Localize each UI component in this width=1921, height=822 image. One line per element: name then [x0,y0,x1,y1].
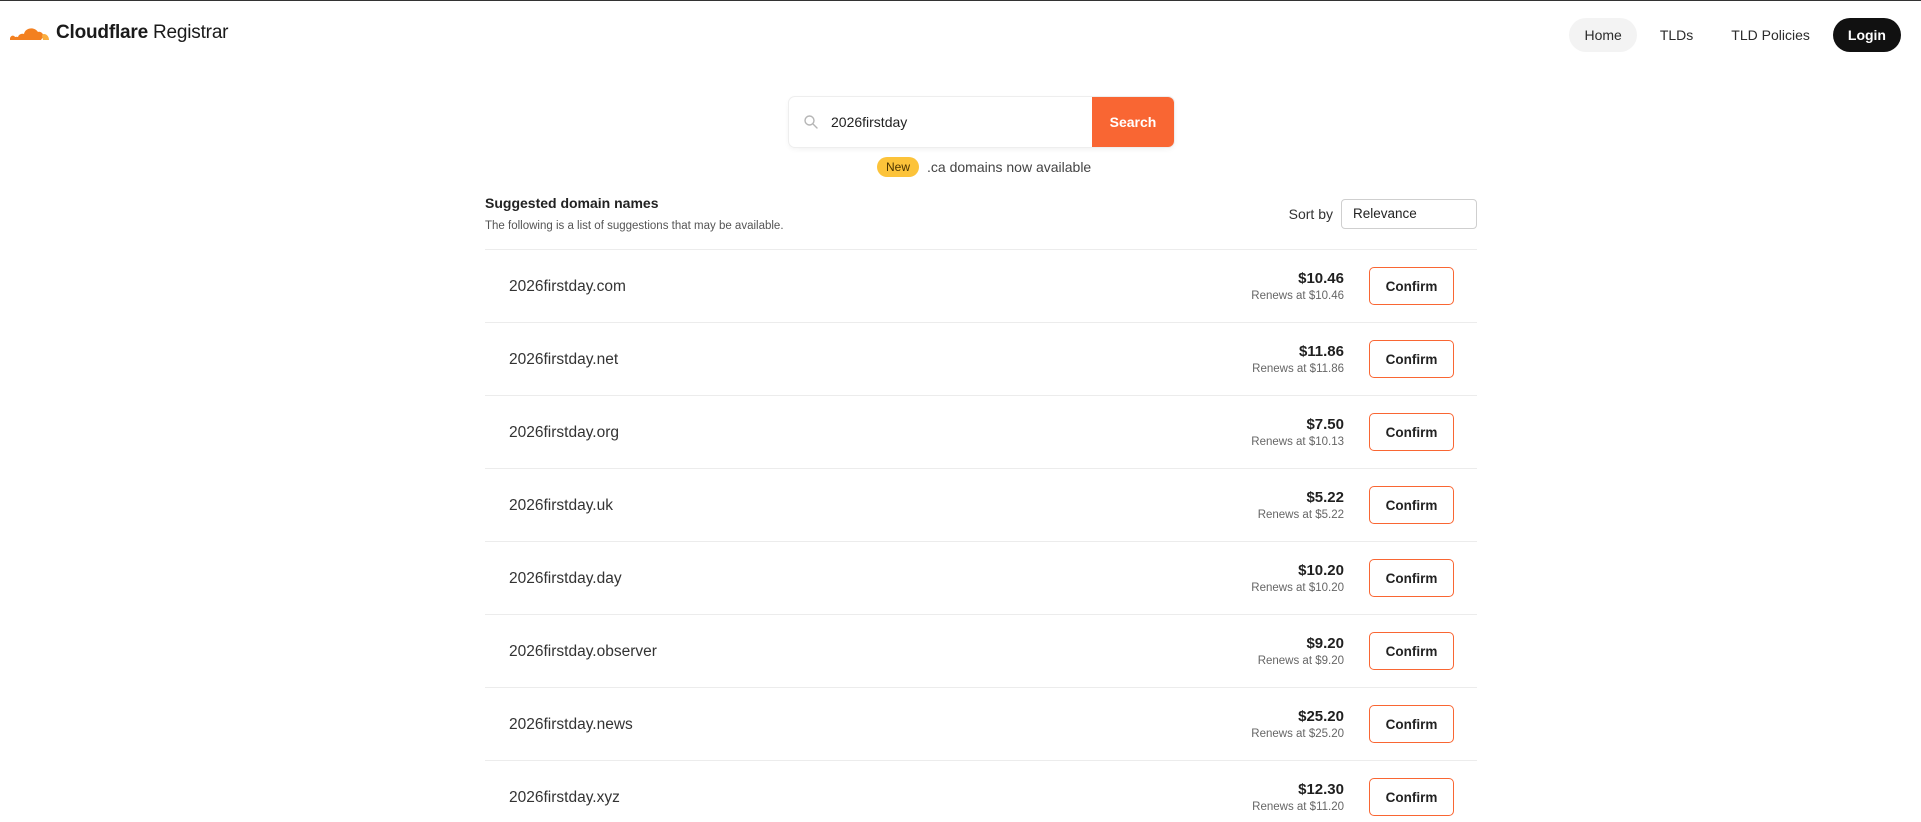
domain-row: 2026firstday.net $11.86 Renews at $11.86… [485,323,1477,396]
confirm-button[interactable]: Confirm [1369,559,1454,597]
sort-select[interactable]: Relevance [1341,199,1477,229]
price-block: $5.22 Renews at $5.22 [1258,489,1344,521]
new-badge: New [877,157,920,177]
search-box: Search [789,97,1174,147]
domain-name: 2026firstday.xyz [509,789,620,806]
logo-brand: Cloudflare [56,22,148,43]
confirm-button[interactable]: Confirm [1369,778,1454,816]
domain-row: 2026firstday.news $25.20 Renews at $25.2… [485,688,1477,761]
confirm-button[interactable]: Confirm [1369,632,1454,670]
price: $9.20 [1306,635,1344,652]
search-field[interactable] [789,97,1092,147]
domain-name: 2026firstday.uk [509,497,613,514]
renewal-price: Renews at $10.13 [1251,436,1344,448]
search-input[interactable] [831,114,1071,130]
announcement: New .ca domains now available [877,157,1091,177]
price-block: $7.50 Renews at $10.13 [1251,416,1344,448]
sort-label: Sort by [1288,206,1333,222]
domain-name: 2026firstday.news [509,716,633,733]
domain-row: 2026firstday.xyz $12.30 Renews at $11.20… [485,761,1477,822]
domain-name: 2026firstday.day [509,570,622,587]
top-nav: Home TLDs TLD Policies Login [1569,18,1901,52]
renewal-price: Renews at $10.20 [1251,582,1344,594]
logo-product: Registrar [147,22,229,43]
confirm-button[interactable]: Confirm [1369,486,1454,524]
price: $7.50 [1306,416,1344,433]
price: $10.20 [1298,562,1344,579]
price-block: $10.20 Renews at $10.20 [1251,562,1344,594]
search-button[interactable]: Search [1092,97,1174,147]
price-block: $12.30 Renews at $11.20 [1252,781,1344,813]
domain-row: 2026firstday.com $10.46 Renews at $10.46… [485,250,1477,323]
price: $5.22 [1306,489,1344,506]
price: $11.86 [1298,343,1344,360]
renewal-price: Renews at $25.20 [1251,728,1344,740]
domain-row: 2026firstday.observer $9.20 Renews at $9… [485,615,1477,688]
renewal-price: Renews at $9.20 [1257,655,1344,667]
price: $10.46 [1298,270,1344,287]
confirm-button[interactable]: Confirm [1369,705,1454,743]
price-block: $11.86 Renews at $11.86 [1252,343,1344,375]
renewal-price: Renews at $10.46 [1251,290,1344,302]
domain-name: 2026firstday.org [509,424,619,441]
renewal-price: Renews at $11.20 [1252,801,1344,813]
confirm-button[interactable]: Confirm [1369,267,1454,305]
price: $12.30 [1298,781,1344,798]
results-list: 2026firstday.com $10.46 Renews at $10.46… [485,249,1477,822]
cloudflare-cloud-logo-icon [10,28,49,40]
cloudflare-logo[interactable]: Cloudflare Registrar [8,21,229,45]
renewal-price: Renews at $11.86 [1252,363,1344,375]
confirm-button[interactable]: Confirm [1369,340,1454,378]
domain-name: 2026firstday.net [509,351,619,368]
domain-name: 2026firstday.observer [509,643,657,660]
price-block: $10.46 Renews at $10.46 [1251,270,1344,302]
domain-name: 2026firstday.com [509,278,626,295]
logo-text: Cloudflare Registrar [56,22,229,44]
login-button[interactable]: Login [1832,18,1901,52]
nav-tlds[interactable]: TLDs [1645,18,1708,52]
nav-tld-policies[interactable]: TLD Policies [1716,18,1825,52]
domain-row: 2026firstday.day $10.20 Renews at $10.20… [485,542,1477,615]
results-header: Suggested domain names The following is … [485,195,1477,247]
announcement-text: .ca domains now available [927,159,1092,175]
price-block: $25.20 Renews at $25.20 [1251,708,1344,740]
domain-row: 2026firstday.org $7.50 Renews at $10.13 … [485,396,1477,469]
confirm-button[interactable]: Confirm [1369,413,1454,451]
domain-row: 2026firstday.uk $5.22 Renews at $5.22 Co… [485,469,1477,542]
renewal-price: Renews at $5.22 [1257,509,1344,521]
price: $25.20 [1298,708,1344,725]
price-block: $9.20 Renews at $9.20 [1258,635,1344,667]
header: Cloudflare Registrar Home TLDs TLD Polic… [0,1,1921,67]
sort-control: Sort by Relevance [1289,199,1477,229]
nav-home[interactable]: Home [1569,18,1637,52]
search-icon [804,115,818,129]
